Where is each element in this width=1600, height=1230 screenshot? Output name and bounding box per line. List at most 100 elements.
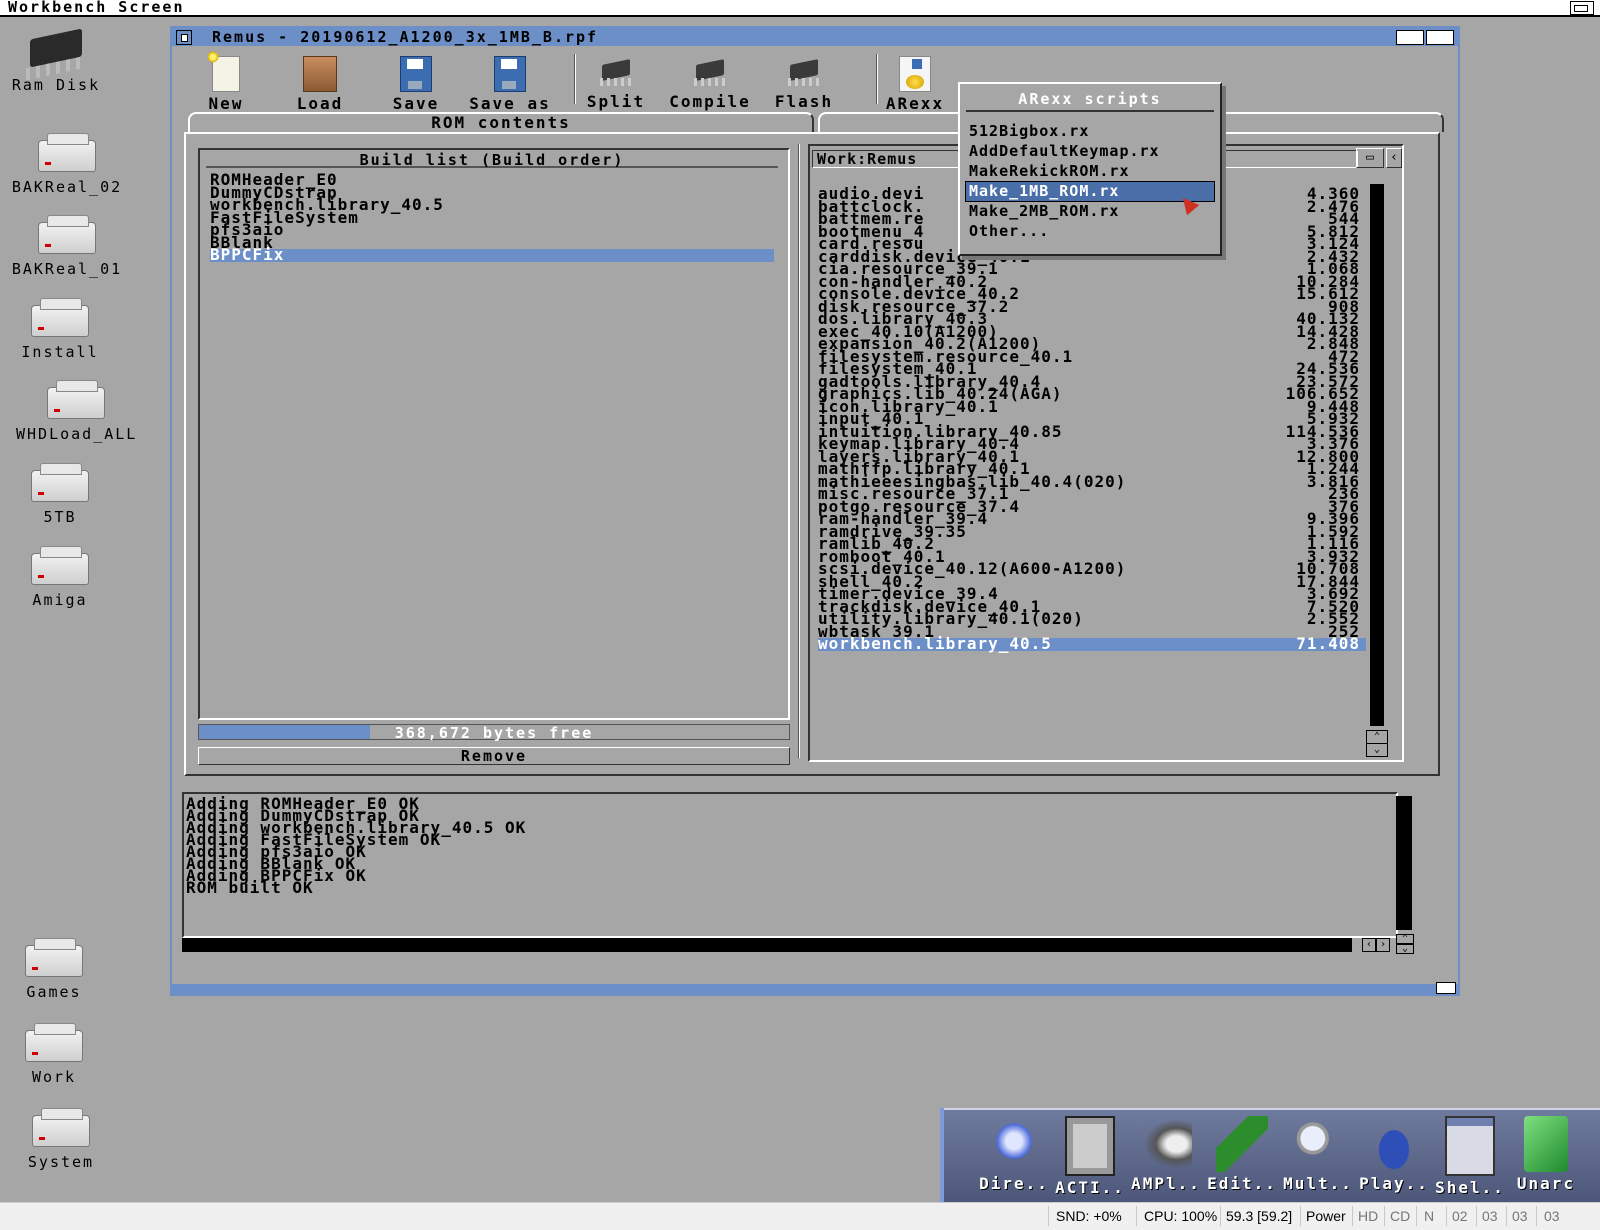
- dock-item-edit[interactable]: Edit..: [1206, 1116, 1278, 1193]
- scroll-down-icon[interactable]: ⌄: [1366, 743, 1388, 757]
- resize-gadget-icon[interactable]: [1436, 982, 1456, 994]
- arexx-menu-title: ARexx scripts: [966, 88, 1214, 112]
- status-separator: [1536, 1206, 1537, 1226]
- desktop-icon-label: Amiga: [32, 591, 88, 609]
- status-separator: [1048, 1206, 1049, 1226]
- save-as-label: Save as: [469, 94, 551, 113]
- zoom-icon[interactable]: [1396, 30, 1424, 45]
- save-disk-icon: [400, 56, 432, 92]
- menu-item-other[interactable]: Other...: [966, 222, 1214, 241]
- drive-icon: [31, 298, 89, 337]
- dock-item-ampl[interactable]: AMPl..: [1130, 1116, 1202, 1193]
- load-button[interactable]: Load: [290, 56, 350, 113]
- remove-button[interactable]: Remove: [198, 747, 790, 765]
- panel-divider: [798, 144, 800, 758]
- dock-item-dire[interactable]: Dire..: [978, 1116, 1050, 1193]
- desktop-icon-5tb[interactable]: 5TB: [0, 463, 120, 526]
- desktop-icon-ram-disk[interactable]: Ram Disk: [0, 28, 116, 94]
- dock-item-play[interactable]: Play..: [1358, 1116, 1430, 1193]
- compile-button[interactable]: Compile: [666, 56, 754, 111]
- desktop-icon-games[interactable]: Games: [0, 938, 114, 1001]
- window-title-bar[interactable]: Remus - 20190612_A1200_3x_1MB_B.rpf: [172, 28, 1458, 46]
- status-cpu: CPU: 100%: [1144, 1208, 1218, 1224]
- menu-item-512bigbox[interactable]: 512Bigbox.rx: [966, 122, 1214, 141]
- desktop-icon-bakreal-01[interactable]: BAKReal_01: [7, 215, 127, 278]
- module-size: 71.408: [1296, 634, 1360, 653]
- console-hscrollbar[interactable]: [182, 938, 1352, 952]
- desktop-icon-work[interactable]: Work: [0, 1023, 114, 1086]
- close-icon[interactable]: [176, 30, 192, 45]
- module-list[interactable]: audio.devi 4.360 battclock. 2.476 battmem.re…: [818, 186, 1366, 653]
- directory-opus-icon: [988, 1116, 1040, 1172]
- desktop-icon-label: WHDLoad_ALL: [16, 425, 138, 443]
- module-list-item[interactable]: workbench.library_40.5 71.408: [818, 634, 1366, 653]
- desktop-icon-install[interactable]: Install: [0, 298, 120, 361]
- save-as-disk-icon: [494, 56, 526, 92]
- gauge-text: 368,672 bytes free: [394, 724, 594, 742]
- scroll-left-icon[interactable]: ‹: [1362, 938, 1376, 952]
- desktop-icon-whdload-all[interactable]: WHDLoad_ALL: [16, 380, 138, 443]
- status-separator: [1384, 1206, 1385, 1226]
- menu-item-make-2mb-rom[interactable]: Make_2MB_ROM.rx: [966, 202, 1214, 221]
- desktop-icon-amiga[interactable]: Amiga: [0, 546, 120, 609]
- magnifier-icon: [1292, 1116, 1344, 1172]
- edit-pencil-icon: [1216, 1116, 1268, 1172]
- desktop-icon-label: Work: [31, 1068, 77, 1086]
- console-scroll-down-icon[interactable]: ⌄: [1396, 944, 1414, 954]
- module-list-scrollbar[interactable]: [1370, 184, 1384, 726]
- dock-item-label: Mult..: [1283, 1174, 1353, 1193]
- status-drive-1: 03: [1482, 1208, 1498, 1224]
- dock-item-unarc[interactable]: Unarc: [1510, 1116, 1582, 1193]
- build-list[interactable]: ROMHeader_E0 DummyCDstrap workbench.librar…: [210, 172, 774, 262]
- remus-window: Remus - 20190612_A1200_3x_1MB_B.rpf New …: [170, 26, 1460, 996]
- module-name: workbench.library_40.5: [818, 634, 1052, 653]
- new-button[interactable]: New: [202, 51, 250, 113]
- dock-item-acti[interactable]: ACTI..: [1054, 1116, 1126, 1197]
- build-list-item[interactable]: pfs3aio: [210, 222, 774, 237]
- dock-bar: Dire.. ACTI.. AMPl.. Edit.. Mult.. Play.…: [944, 1108, 1600, 1204]
- arexx-menu: ARexx scripts 512Bigbox.rx AddDefaultKey…: [958, 82, 1222, 256]
- save-label: Save: [392, 94, 440, 113]
- build-list-item[interactable]: FastFileSystem: [210, 209, 774, 224]
- parent-arrow-icon[interactable]: ‹: [1386, 148, 1402, 168]
- tab-rom-contents[interactable]: ROM contents: [188, 112, 814, 132]
- desktop-icon-bakreal-02[interactable]: BAKReal_02: [7, 133, 127, 196]
- console-vscrollbar[interactable]: [1396, 796, 1412, 930]
- flash-button[interactable]: Flash: [772, 56, 836, 111]
- status-drive-2: 03: [1512, 1208, 1528, 1224]
- split-chip-icon: [598, 56, 634, 90]
- scroll-right-icon[interactable]: ›: [1376, 938, 1390, 952]
- status-separator: [1136, 1206, 1137, 1226]
- depth-icon[interactable]: [1426, 30, 1454, 45]
- desktop-icon-label: Install: [21, 343, 99, 361]
- save-button[interactable]: Save: [386, 56, 446, 113]
- build-list-item[interactable]: BBlank: [210, 234, 774, 249]
- screen-title: Workbench Screen: [8, 0, 185, 16]
- dock-item-mult[interactable]: Mult..: [1282, 1116, 1354, 1193]
- dock-item-label: Dire..: [979, 1174, 1049, 1193]
- status-separator: [1506, 1206, 1507, 1226]
- dock-item-label: Unarc: [1516, 1174, 1576, 1193]
- toolbar-separator: [574, 54, 576, 104]
- menu-item-adddefaultkeymap[interactable]: AddDefaultKeymap.rx: [966, 142, 1214, 161]
- dock-item-shel[interactable]: Shel..: [1434, 1116, 1506, 1197]
- screen-depth-icon[interactable]: [1570, 1, 1594, 15]
- menu-item-makerekickrom[interactable]: MakeRekickROM.rx: [966, 162, 1214, 181]
- arexx-icon: [899, 56, 931, 92]
- desktop-icon-label: BAKReal_01: [11, 260, 123, 278]
- save-as-button[interactable]: Save as: [462, 56, 558, 113]
- drive-icon: [31, 463, 89, 502]
- dock-item-label: ACTI..: [1055, 1178, 1125, 1197]
- drawer-icon[interactable]: ▭: [1356, 148, 1384, 168]
- drive-icon: [38, 133, 96, 172]
- build-list-item[interactable]: BPPCFix: [210, 247, 774, 262]
- split-button[interactable]: Split: [584, 56, 648, 111]
- status-fps: 59.3 [59.2]: [1226, 1208, 1293, 1224]
- drive-icon: [38, 215, 96, 254]
- scroll-up-icon[interactable]: ⌃: [1366, 730, 1388, 744]
- status-n: N: [1424, 1208, 1435, 1224]
- status-separator: [1220, 1206, 1221, 1226]
- desktop-icon-system[interactable]: System: [1, 1108, 121, 1171]
- menu-item-make-1mb-rom[interactable]: Make_1MB_ROM.rx: [965, 181, 1215, 202]
- arexx-button[interactable]: ARexx: [884, 56, 946, 113]
